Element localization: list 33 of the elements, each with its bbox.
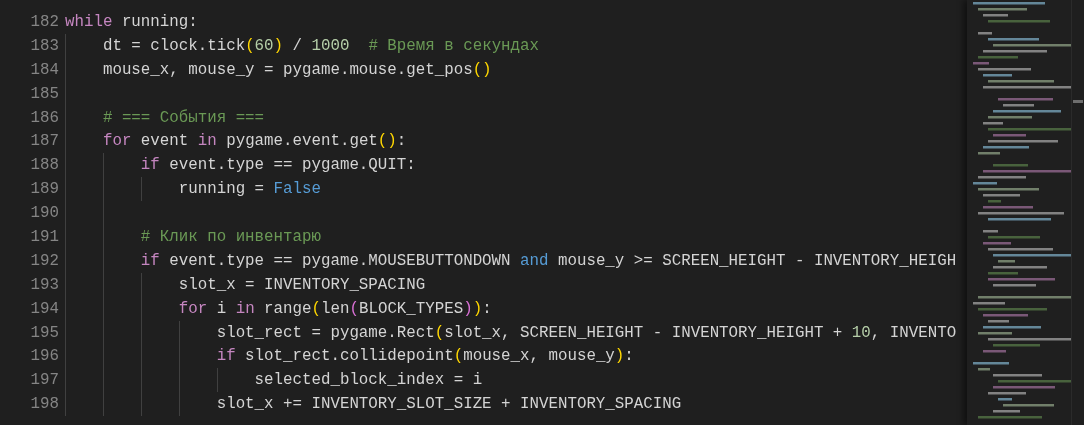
line-number: 182 [29, 12, 59, 31]
line-number: 192 [29, 251, 59, 270]
code-line: slot_x += INVENTORY_SLOT_SIZE + INVENTORY_SPACING [215, 395, 682, 414]
code-line: # === События === [101, 108, 265, 127]
line-number: 191 [29, 227, 59, 246]
line-number: 196 [29, 347, 59, 366]
line-number: 190 [29, 204, 59, 223]
line-number: 188 [29, 156, 59, 175]
code-line: running = False [177, 180, 321, 199]
code-line: if event.type == pygame.QUIT: [139, 156, 416, 175]
code-line: slot_rect = pygame.Rect(slot_x, SCREEN_HEIGHT - INVENTORY_HEIGHT + 10, INVENTO [215, 323, 957, 342]
line-number: 198 [29, 395, 59, 414]
line-number: 184 [29, 60, 59, 79]
code-line: # Клик по инвентарю [139, 227, 321, 246]
line-number: 183 [29, 36, 59, 55]
line-number: 186 [29, 108, 59, 127]
line-number: 185 [29, 84, 59, 103]
code-line: mouse_x, mouse_y = pygame.mouse.get_pos() [101, 60, 492, 79]
code-line: selected_block_index = i [253, 371, 483, 390]
scrollbar-thumb[interactable] [1073, 100, 1083, 103]
line-number: 194 [29, 299, 59, 318]
line-number: 195 [29, 323, 59, 342]
code-line: slot_x = INVENTORY_SPACING [177, 275, 426, 294]
code-line: for i in range(len(BLOCK_TYPES)): [177, 299, 492, 318]
code-line: if event.type == pygame.MOUSEBUTTONDOWN and mouse_y >= SCREEN_HEIGHT - INVENTORY_HEIGH [139, 251, 957, 270]
code-line: dt = clock.tick(60) / 1000 # Время в секундах [101, 36, 540, 55]
line-number: 193 [29, 275, 59, 294]
code-line: if slot_rect.collidepoint(mouse_x, mouse_y): [215, 347, 634, 366]
line-number: 187 [29, 132, 59, 151]
line-number: 197 [29, 371, 59, 390]
code-line: for event in pygame.event.get(): [101, 132, 407, 151]
line-number: 189 [29, 180, 59, 199]
code-line: while running: [65, 12, 198, 31]
